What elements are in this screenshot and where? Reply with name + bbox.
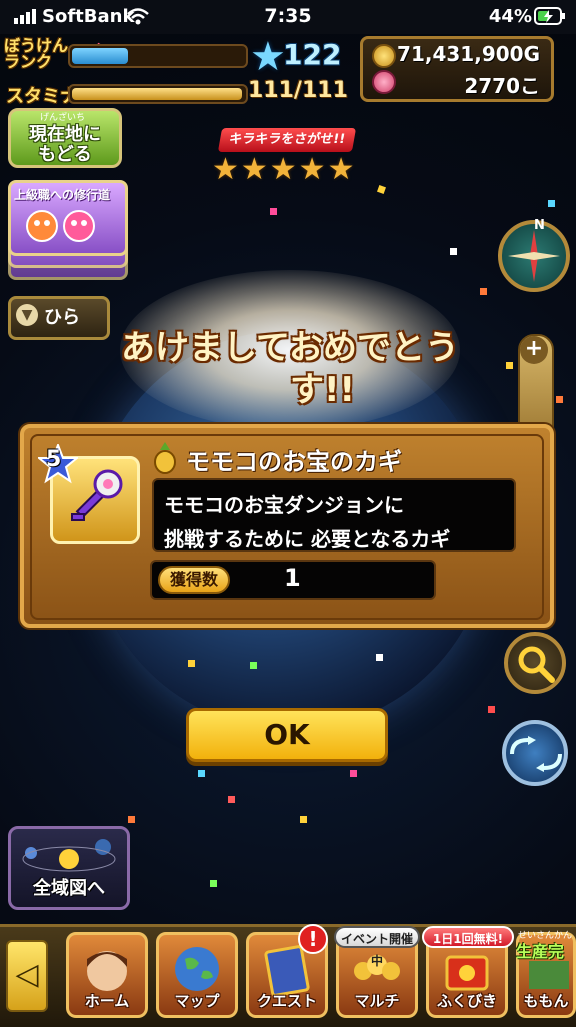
hero-portrait-icon [69, 941, 145, 997]
rating-stars: ★★★★★ [212, 152, 357, 187]
rank-star-icon: ★ [250, 34, 286, 80]
item-name: モモコのお宝のカギ [186, 448, 402, 476]
confetti [188, 660, 195, 667]
zoom-in-icon[interactable]: + [520, 336, 548, 364]
nav-multi-label: マルチ [354, 992, 400, 1010]
gem-count: 2770こ [464, 74, 540, 98]
rank-label: ぼうけんランク [4, 36, 69, 71]
item-description-line-2: 挑戦するために 必要となるカギ [164, 527, 451, 551]
confetti [506, 362, 513, 369]
expand-label: ひら [44, 307, 80, 328]
confetti [128, 816, 135, 823]
return-label-line-1: 現在地に [29, 124, 101, 145]
gold-amount: 71,431,900G [397, 42, 540, 66]
nav-lottery-label: ふくびき [436, 992, 497, 1010]
magnifier-icon [514, 642, 558, 690]
nav-home-label: ホーム [84, 992, 130, 1010]
nav-quest-label: クエスト [256, 992, 317, 1010]
confetti [350, 770, 357, 777]
confetti [270, 208, 277, 215]
chevron-down-icon: ▼ [16, 304, 38, 326]
confetti [488, 706, 495, 713]
confetti [480, 288, 487, 295]
production-complete-label: 生産完 [516, 942, 565, 961]
rank-bar-fill [72, 48, 128, 64]
confetti [228, 796, 235, 803]
training-road-title: 上級職への修行道 [14, 188, 111, 202]
event-ongoing-badge: イベント開催中 [334, 926, 420, 968]
item-description-line-1: モモコのお宝ダンジョンに [164, 493, 404, 517]
free-daily-badge: 1日1回無料! [422, 926, 514, 948]
world-map-label: 全域図へ [33, 878, 105, 899]
compass-north-label: N [534, 218, 545, 233]
rank-value: 122 [283, 38, 342, 71]
globe-icon [159, 941, 235, 997]
return-label-line-2: もどる [38, 144, 92, 165]
stamina-bar-fill [72, 88, 242, 100]
obtained-count-value: 1 [284, 564, 301, 592]
new-year-banner-tail: す!! [290, 370, 356, 410]
battery-percent: 44% [488, 6, 532, 27]
return-ruby: げんざいち [40, 113, 86, 123]
nav-scroll-left-button[interactable]: ◁ [6, 940, 48, 1012]
gem-icon [372, 70, 396, 94]
confetti [210, 880, 217, 887]
ok-button[interactable]: OK [186, 708, 388, 762]
confetti [548, 200, 555, 207]
obtained-count-label: 獲得数 [158, 566, 230, 594]
nav-map-label: マップ [174, 992, 220, 1010]
confetti [300, 816, 307, 823]
pineapple-icon [150, 440, 180, 474]
confetti [198, 770, 205, 777]
confetti [250, 662, 257, 669]
nav-production-label: ももん [523, 992, 569, 1010]
confetti [556, 396, 563, 403]
rarity-value: 5 [46, 447, 62, 472]
gold-coin-icon [372, 44, 396, 68]
battery-icon [534, 7, 566, 29]
kirakira-badge[interactable]: キラキラをさがせ!! [217, 128, 357, 152]
confetti [450, 248, 457, 255]
stamina-value: 111/111 [248, 78, 348, 103]
nav-home-button[interactable]: ホーム [66, 932, 148, 1018]
rotate-arrows-icon [508, 736, 564, 776]
monster-faces-icon [24, 206, 95, 242]
confetti [376, 654, 383, 661]
nav-map-button[interactable]: マップ [156, 932, 238, 1018]
quest-alert-badge: ! [298, 924, 328, 954]
